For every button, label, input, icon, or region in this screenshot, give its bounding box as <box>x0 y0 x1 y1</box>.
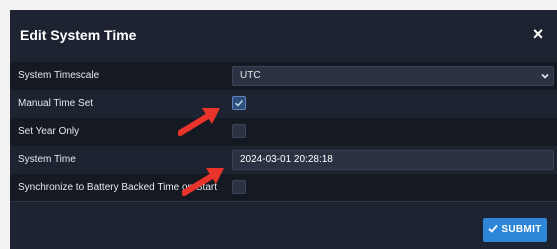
check-icon <box>234 99 244 107</box>
red-arrow-annotation <box>182 168 224 196</box>
row-system-timescale: System Timescale UTC <box>10 62 557 90</box>
dialog-title: Edit System Time <box>20 27 137 43</box>
row-set-year-only: Set Year Only <box>10 118 557 146</box>
check-icon <box>488 224 499 233</box>
dialog-footer: SUBMIT <box>10 201 557 249</box>
system-time-input[interactable]: 2024-03-01 20:28:18 <box>232 150 554 170</box>
red-arrow-annotation <box>178 108 220 136</box>
row-synchronize-battery-time: Synchronize to Battery Backed Time on St… <box>10 174 557 202</box>
submit-label: SUBMIT <box>501 224 542 235</box>
system-time-label: System Time <box>18 154 76 165</box>
edit-system-time-dialog: Edit System Time × System Timescale UTC … <box>10 10 557 249</box>
screenshot-frame: Edit System Time × System Timescale UTC … <box>0 0 557 249</box>
row-system-time: System Time 2024-03-01 20:28:18 <box>10 146 557 174</box>
row-manual-time-set: Manual Time Set <box>10 90 557 118</box>
manual-time-set-checkbox[interactable] <box>232 96 246 110</box>
system-timescale-value: UTC <box>240 70 261 81</box>
system-timescale-label: System Timescale <box>18 70 100 81</box>
submit-button[interactable]: SUBMIT <box>483 218 547 242</box>
synchronize-battery-time-checkbox[interactable] <box>232 180 246 194</box>
set-year-only-checkbox[interactable] <box>232 124 246 138</box>
dialog-header: Edit System Time × <box>10 10 557 63</box>
chevron-down-icon <box>541 73 549 79</box>
close-icon[interactable]: × <box>529 23 547 45</box>
system-timescale-select[interactable]: UTC <box>232 66 554 86</box>
